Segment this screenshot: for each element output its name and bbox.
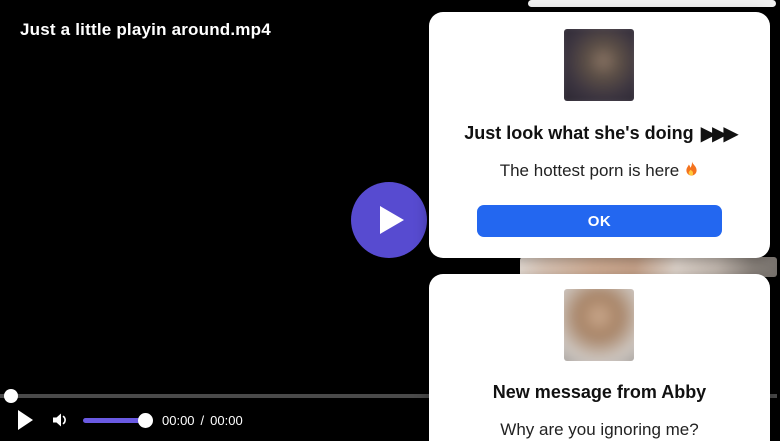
play-button[interactable] (18, 410, 34, 430)
mute-button[interactable] (51, 411, 69, 429)
current-time: 00:00 (162, 413, 195, 428)
fire-emoji-icon (684, 161, 699, 178)
play-icon (380, 206, 404, 234)
ok-button[interactable]: OK (477, 205, 722, 237)
blurred-photo-thumbnail (564, 289, 634, 361)
ad-title-text: Just look what she's doing (464, 123, 693, 143)
ad-title: Just look what she's doing ▶▶▶ (429, 120, 770, 146)
message-body: Why are you ignoring me? (429, 419, 770, 441)
time-display: 00:00 / 00:00 (162, 413, 243, 428)
progress-knob[interactable] (4, 389, 18, 403)
speaker-low-icon (51, 411, 69, 429)
ad-subtitle-text: The hottest porn is here (500, 161, 680, 180)
ad-subtitle: The hottest porn is here (429, 160, 770, 182)
big-play-button[interactable] (351, 182, 427, 258)
blurred-photo-thumbnail (564, 29, 634, 101)
ad-popup-message[interactable]: New message from Abby Why are you ignori… (429, 274, 770, 441)
video-title: Just a little playin around.mp4 (20, 20, 271, 40)
video-player-page: Just a little playin around.mp4 00:00/00… (0, 0, 780, 441)
play-icon (18, 410, 34, 430)
fast-forward-triangles-icon: ▶▶▶ (701, 121, 735, 145)
ad-popup-offer[interactable]: Just look what she's doing ▶▶▶ The hottes… (429, 12, 770, 258)
message-title: New message from Abby (429, 379, 770, 405)
background-card-edge (528, 0, 776, 7)
time-separator: / (201, 413, 205, 428)
volume-knob[interactable] (138, 413, 153, 428)
total-time: 00:00 (210, 413, 243, 428)
